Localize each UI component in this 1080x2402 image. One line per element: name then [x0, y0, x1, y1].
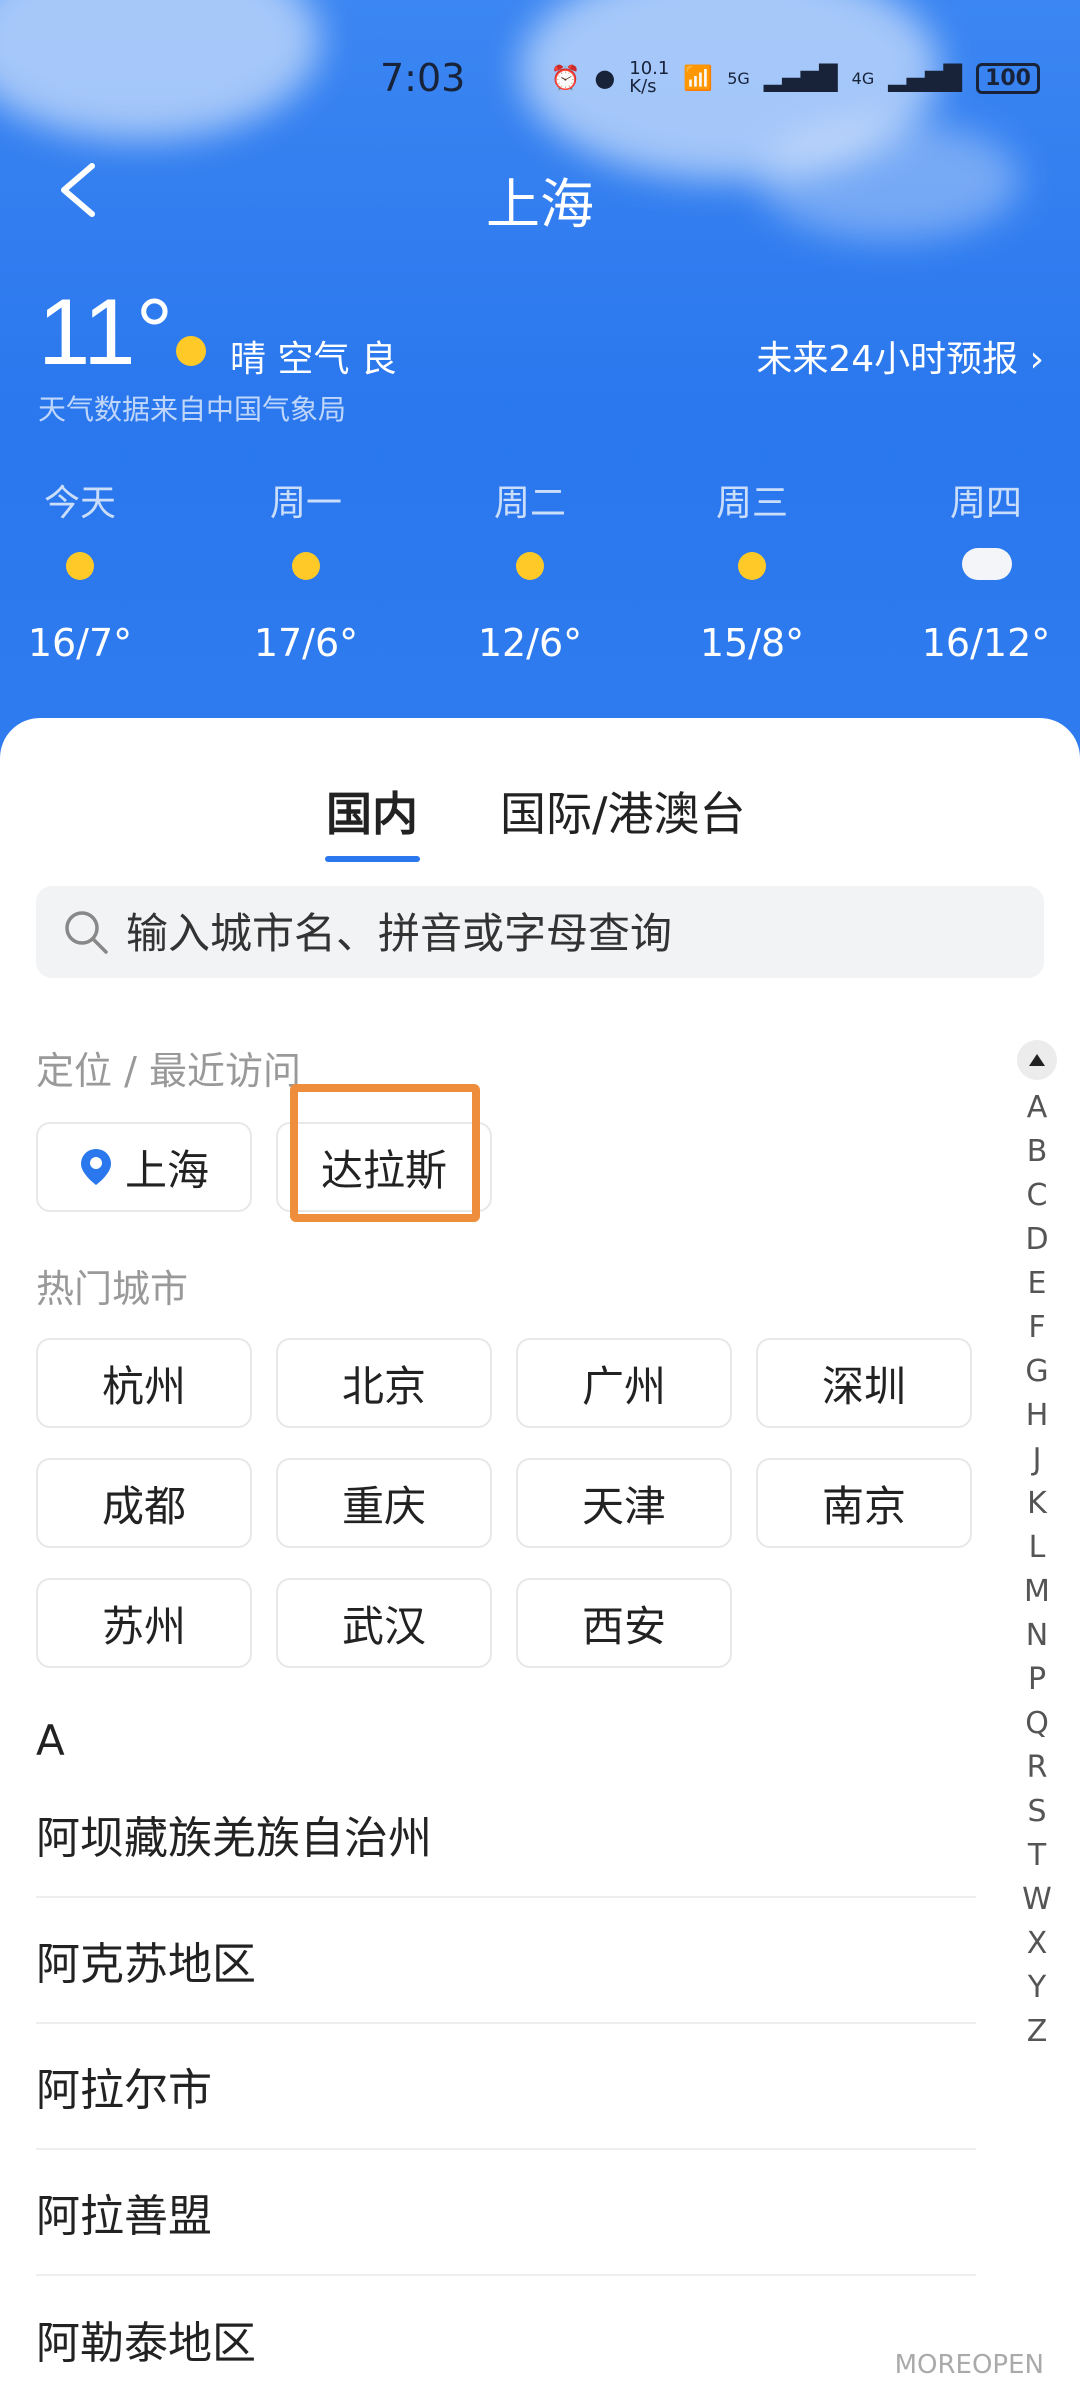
day-temp-range: 16/12° — [921, 621, 1051, 665]
tab-international[interactable]: 国际/港澳台 — [500, 778, 746, 844]
day-temp-range: 17/6° — [253, 621, 359, 665]
forecast-day: 周四 16/12° — [886, 474, 1080, 665]
city-list-item[interactable]: 阿克苏地区 — [36, 1898, 976, 2024]
current-temperature: 11° — [38, 279, 174, 384]
hot-city-chip[interactable]: 杭州 — [36, 1338, 252, 1428]
index-letter[interactable]: G — [1025, 1350, 1048, 1394]
list-section-letter: A — [36, 1716, 65, 1765]
index-letter[interactable]: B — [1027, 1130, 1048, 1174]
city-list-item[interactable]: 阿拉善盟 — [36, 2150, 976, 2276]
city-list-item[interactable]: 阿勒泰地区 — [36, 2276, 976, 2402]
signal-4g: 4G — [851, 68, 875, 88]
signal-icon: ▂▄▆█ — [763, 64, 838, 92]
weather-header: 7:03 ⏰ ● 10.1 K/s 📶 5G ▂▄▆█ 4G ▂▄▆█ 100 … — [0, 0, 1080, 760]
search-input[interactable] — [124, 886, 1028, 980]
index-letter[interactable]: P — [1028, 1658, 1046, 1702]
forecast-day: 周三 15/8° — [652, 474, 852, 665]
active-tab-indicator — [325, 856, 420, 862]
24h-forecast-link[interactable]: 未来24小时预报 › — [756, 330, 1044, 382]
city-list-item[interactable]: 阿坝藏族羌族自治州 — [36, 1772, 976, 1898]
day-name: 周三 — [715, 483, 788, 524]
index-letter[interactable]: A — [1027, 1086, 1048, 1130]
index-letter[interactable]: S — [1027, 1790, 1046, 1834]
sun-icon — [738, 552, 766, 580]
status-icons: ⏰ ● 10.1 K/s 📶 5G ▂▄▆█ 4G ▂▄▆█ 100 — [550, 60, 1040, 96]
index-letter[interactable]: L — [1029, 1526, 1046, 1570]
battery-indicator: 100 — [976, 62, 1040, 94]
day-name: 周二 — [493, 483, 566, 524]
hot-city-chip[interactable]: 重庆 — [276, 1458, 492, 1548]
hot-city-chip[interactable]: 西安 — [516, 1578, 732, 1668]
hot-cities-label: 热门城市 — [36, 1267, 189, 1311]
index-letter[interactable]: J — [1033, 1438, 1042, 1482]
index-letter[interactable]: X — [1027, 1922, 1048, 1966]
index-letter[interactable]: H — [1026, 1394, 1049, 1438]
sun-icon — [176, 336, 206, 366]
scroll-top-icon[interactable] — [1017, 1040, 1057, 1080]
hot-city-chip[interactable]: 武汉 — [276, 1578, 492, 1668]
day-name: 周一 — [269, 483, 342, 524]
hot-city-chip[interactable]: 广州 — [516, 1338, 732, 1428]
cloud-icon — [962, 548, 1012, 580]
hot-city-chip[interactable]: 成都 — [36, 1458, 252, 1548]
hot-city-chip[interactable]: 苏州 — [36, 1578, 252, 1668]
index-letter[interactable]: W — [1022, 1878, 1052, 1922]
city-picker-panel: 国内 国际/港澳台 定位 / 最近访问 上海 达拉斯 热门城市 杭州 北京 广州… — [0, 718, 1080, 2376]
index-letter[interactable]: Z — [1027, 2010, 1048, 2054]
index-letter[interactable]: Q — [1025, 1702, 1049, 1746]
recent-city-shanghai[interactable]: 上海 — [36, 1122, 252, 1212]
city-chip-label: 上海 — [124, 1145, 209, 1195]
current-condition: 晴 空气 良 — [230, 339, 397, 380]
location-icon: ● — [594, 64, 616, 92]
status-time: 7:03 — [380, 56, 466, 100]
forecast-day: 周一 17/6° — [206, 474, 406, 665]
recent-section-label: 定位 / 最近访问 — [36, 1049, 301, 1093]
city-list-item[interactable]: 阿拉尔市 — [36, 2024, 976, 2150]
index-letter[interactable]: N — [1026, 1614, 1048, 1658]
day-temp-range: 12/6° — [477, 621, 583, 665]
index-letter[interactable]: C — [1027, 1174, 1048, 1218]
day-name: 周四 — [949, 483, 1022, 524]
index-letter[interactable]: K — [1027, 1482, 1047, 1526]
forecast-day: 周二 12/6° — [430, 474, 630, 665]
location-pin-icon — [80, 1149, 111, 1185]
day-name: 今天 — [43, 483, 116, 524]
hot-city-chip[interactable]: 北京 — [276, 1338, 492, 1428]
signal-5g: 5G — [727, 68, 750, 88]
page-title: 上海 — [486, 173, 594, 236]
index-letter[interactable]: Y — [1028, 1966, 1046, 2010]
index-letter[interactable]: T — [1028, 1834, 1046, 1878]
alphabet-index[interactable]: A B C D E F G H J K L M N P Q R S T W X … — [1012, 1040, 1062, 2054]
day-temp-range: 15/8° — [699, 621, 805, 665]
hot-city-chip[interactable]: 南京 — [756, 1458, 972, 1548]
net-speed: 10.1 K/s — [629, 58, 670, 97]
alarm-icon: ⏰ — [550, 64, 581, 92]
city-search-box[interactable] — [36, 886, 1044, 980]
search-icon — [65, 911, 108, 954]
status-bar: 7:03 ⏰ ● 10.1 K/s 📶 5G ▂▄▆█ 4G ▂▄▆█ 100 — [0, 52, 1080, 112]
forecast-day: 今天 16/7° — [0, 474, 180, 665]
index-letter[interactable]: D — [1025, 1218, 1048, 1262]
index-letter[interactable]: E — [1028, 1262, 1047, 1306]
sun-icon — [66, 552, 94, 580]
data-source-note: 天气数据来自中国气象局 — [38, 393, 347, 426]
sun-icon — [292, 552, 320, 580]
hot-city-chip[interactable]: 天津 — [516, 1458, 732, 1548]
hot-city-chip[interactable]: 深圳 — [756, 1338, 972, 1428]
index-letter[interactable]: M — [1024, 1570, 1050, 1614]
tab-domestic[interactable]: 国内 — [326, 778, 418, 844]
index-letter[interactable]: F — [1028, 1306, 1045, 1350]
sun-icon — [516, 552, 544, 580]
wifi-icon: 📶 — [683, 64, 714, 92]
index-letter[interactable]: R — [1027, 1746, 1048, 1790]
signal-icon: ▂▄▆█ — [888, 64, 963, 92]
annotation-highlight-box — [290, 1084, 480, 1222]
day-temp-range: 16/7° — [27, 621, 133, 665]
